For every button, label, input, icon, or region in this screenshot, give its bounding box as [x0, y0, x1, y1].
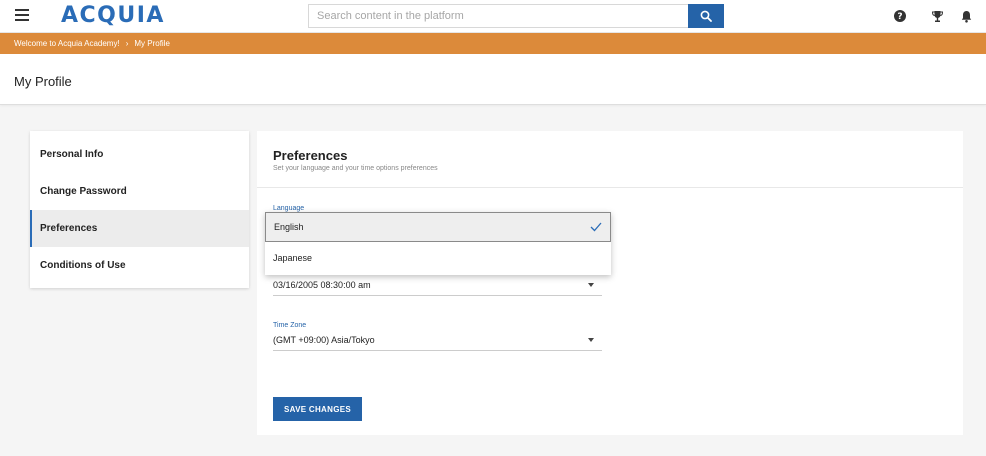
- trophy-icon[interactable]: [930, 9, 944, 23]
- date-format-field[interactable]: 03/16/2005 08:30:00 am: [273, 274, 602, 296]
- search-icon: [700, 10, 712, 22]
- check-icon: [590, 222, 602, 232]
- breadcrumb-item-current: My Profile: [134, 39, 170, 48]
- time-zone-value: (GMT +09:00) Asia/Tokyo: [273, 334, 375, 345]
- language-field: Language: [273, 205, 602, 212]
- date-format-value: 03/16/2005 08:30:00 am: [273, 279, 371, 290]
- breadcrumb: Welcome to Acquia Academy! › My Profile: [0, 33, 986, 54]
- sidebar-item-personal-info[interactable]: Personal Info: [30, 136, 249, 173]
- sidebar-item-preferences[interactable]: Preferences: [30, 210, 249, 247]
- profile-sidebar: Personal Info Change Password Preference…: [30, 131, 249, 288]
- breadcrumb-item-home[interactable]: Welcome to Acquia Academy!: [14, 39, 120, 48]
- search-button[interactable]: [688, 4, 724, 28]
- breadcrumb-separator: ›: [125, 39, 129, 48]
- language-label: Language: [273, 205, 305, 212]
- sidebar-item-change-password[interactable]: Change Password: [30, 173, 249, 210]
- caret-down-icon: [588, 282, 594, 287]
- date-format-select[interactable]: 03/16/2005 08:30:00 am: [273, 274, 602, 296]
- top-navbar: ACQUIA ?: [0, 0, 986, 33]
- language-option-label: English: [274, 222, 304, 232]
- menu-icon[interactable]: [15, 9, 29, 21]
- panel-subtitle: Set your language and your time options …: [273, 165, 438, 172]
- sidebar-item-conditions-of-use[interactable]: Conditions of Use: [30, 247, 249, 284]
- page-header: My Profile: [0, 54, 986, 105]
- page-title: My Profile: [14, 74, 72, 89]
- help-icon[interactable]: ?: [893, 9, 907, 23]
- language-dropdown-menu: English Japanese: [265, 212, 611, 275]
- search-input[interactable]: [308, 4, 688, 28]
- search-bar: [308, 4, 724, 28]
- language-option-japanese[interactable]: Japanese: [265, 242, 611, 273]
- svg-text:?: ?: [897, 12, 902, 22]
- time-zone-label: Time Zone: [273, 322, 307, 329]
- language-option-english[interactable]: English: [265, 212, 611, 242]
- save-changes-button[interactable]: SAVE CHANGES: [273, 397, 362, 421]
- time-zone-field[interactable]: Time Zone (GMT +09:00) Asia/Tokyo: [273, 322, 602, 351]
- panel-header: Preferences Set your language and your t…: [257, 131, 963, 188]
- preferences-panel: Preferences Set your language and your t…: [257, 131, 963, 435]
- caret-down-icon: [588, 337, 594, 342]
- panel-title: Preferences: [273, 148, 348, 163]
- bell-icon[interactable]: [959, 9, 973, 23]
- time-zone-select[interactable]: (GMT +09:00) Asia/Tokyo: [273, 329, 602, 351]
- language-option-label: Japanese: [273, 252, 313, 263]
- acquia-logo[interactable]: ACQUIA: [61, 3, 165, 28]
